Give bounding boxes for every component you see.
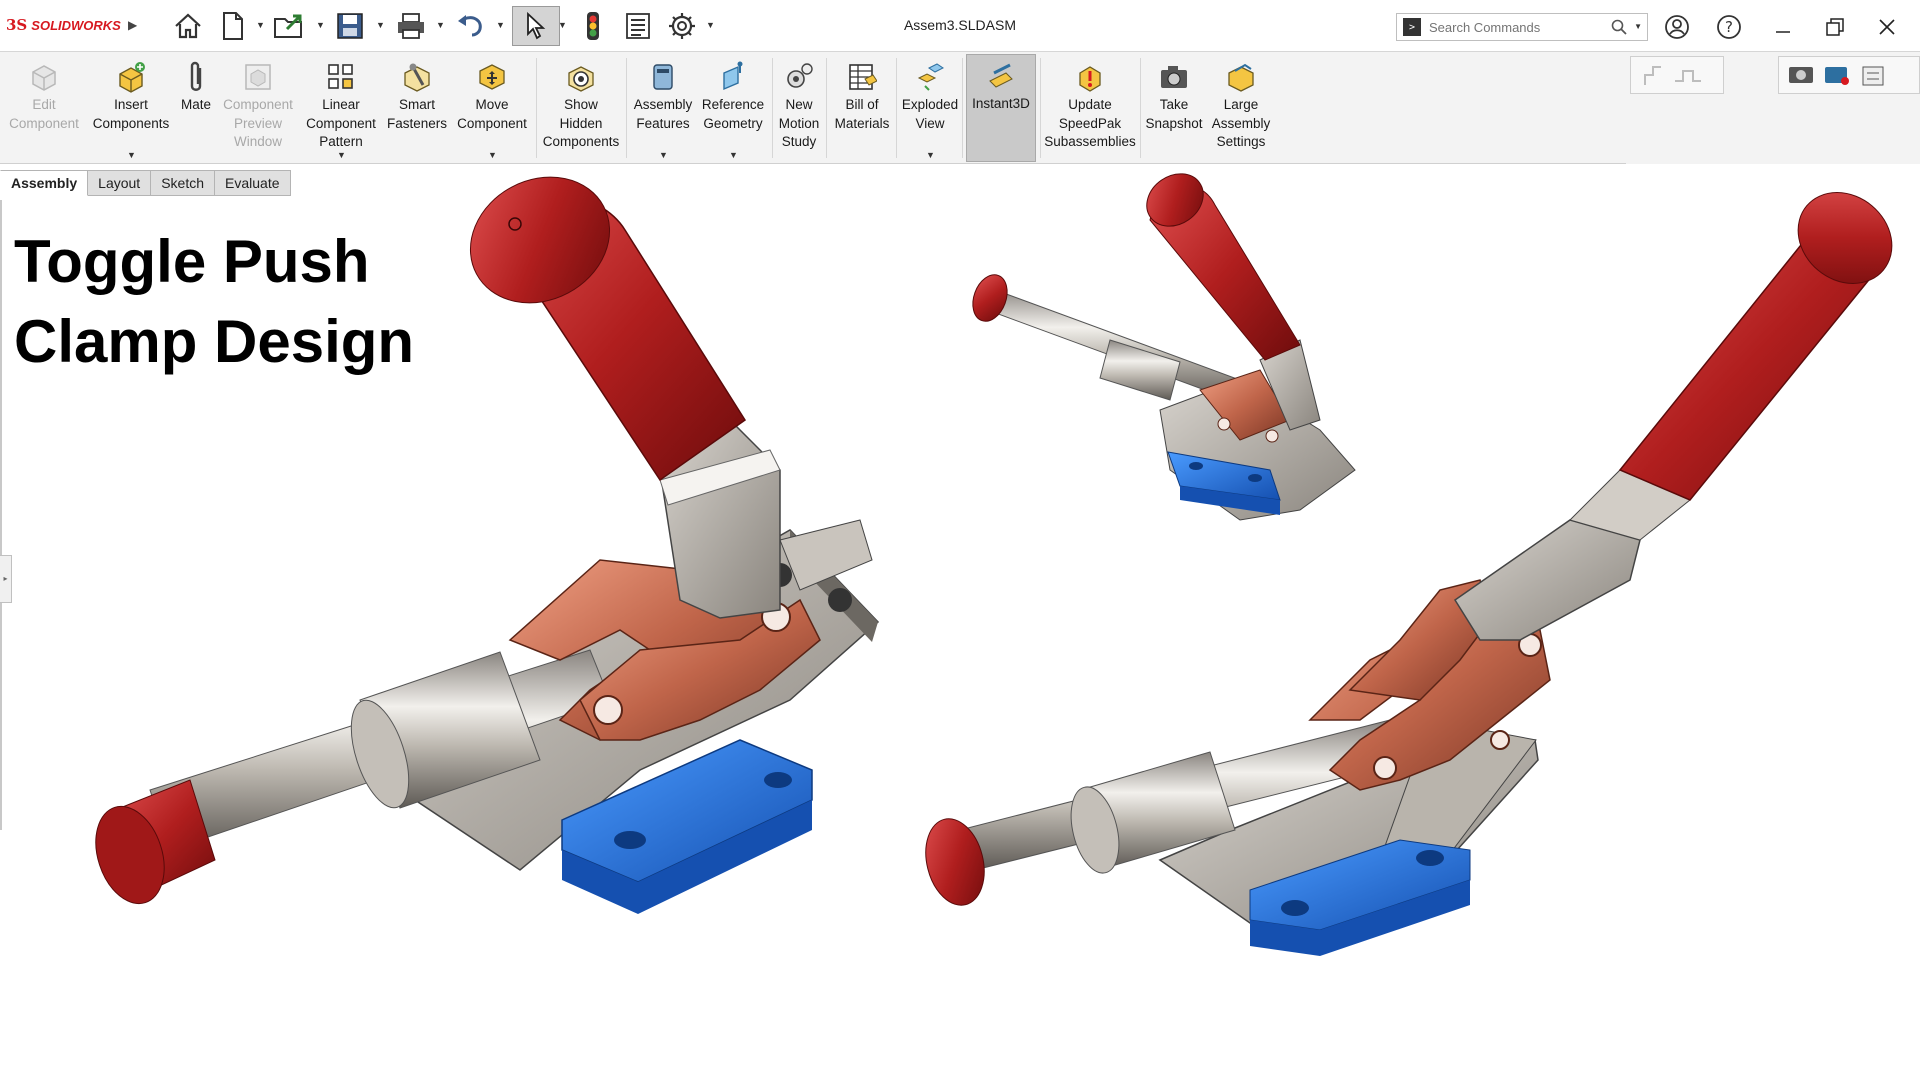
right-lever-arm: [1453, 519, 1641, 641]
clamp-base-hole: [764, 772, 792, 788]
small-base-hole: [1248, 474, 1262, 482]
link-pin-hole: [593, 695, 623, 725]
right-base-hole: [1416, 850, 1444, 866]
small-link-pin: [1217, 417, 1231, 431]
clamp-body-hole: [828, 588, 852, 612]
clamp-model-left[interactable]: [84, 153, 880, 914]
small-base-hole: [1189, 462, 1203, 470]
graphics-area[interactable]: [0, 0, 1920, 1080]
small-plunger-cap: [972, 274, 1008, 322]
right-link-pin: [1373, 756, 1397, 780]
right-base-hole: [1281, 900, 1309, 916]
clamp-model-small[interactable]: [967, 163, 1356, 521]
small-link-pin: [1265, 429, 1279, 443]
clamp-base-hole: [614, 831, 646, 849]
right-link-pin: [1490, 730, 1510, 750]
small-bushing: [1099, 339, 1181, 401]
clamp-model-right[interactable]: [917, 174, 1910, 956]
